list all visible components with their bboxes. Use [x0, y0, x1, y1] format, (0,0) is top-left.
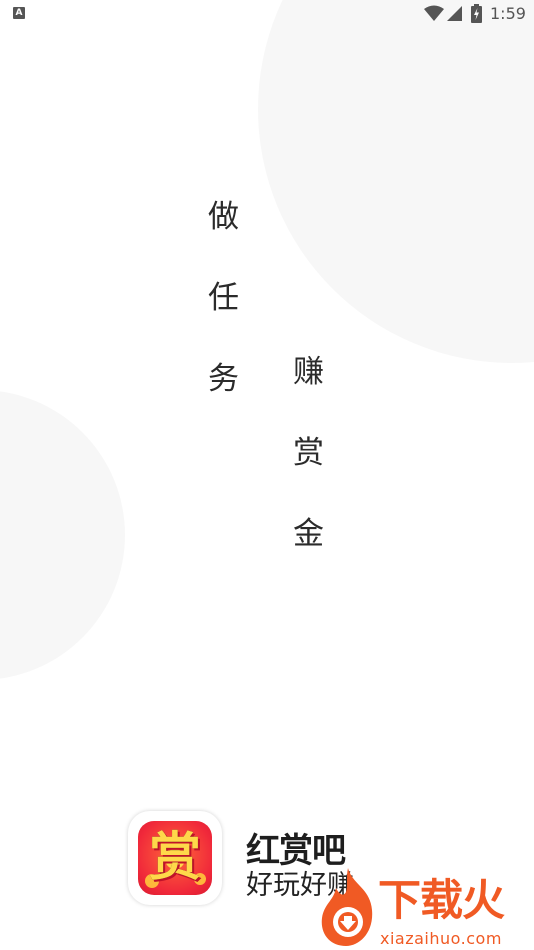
- slogan-char: 赚: [293, 354, 324, 390]
- flame-logo-icon: [321, 868, 373, 946]
- status-clock: 1:59: [490, 4, 526, 23]
- app-logo-icon: 赏: [138, 821, 212, 895]
- slogan-char: 赏: [293, 435, 324, 471]
- slogan-char: 务: [208, 361, 239, 397]
- decorative-circle-top-right: [258, 0, 534, 363]
- notification-badge-icon: A: [13, 7, 25, 19]
- app-logo: 赏: [128, 811, 222, 905]
- decorative-circle-left: [0, 390, 125, 680]
- battery-charging-icon: [471, 4, 482, 23]
- splash-screen: A 1:59 做 任 务 赚 赏 金 赏 红赏吧 好玩好赚 下载火 xiazai…: [0, 0, 534, 950]
- slogan-column-left: 做 任 务: [208, 202, 239, 445]
- watermark-url: xiazaihuo.com: [380, 929, 502, 948]
- watermark-title: 下载火: [378, 876, 505, 926]
- watermark: 下载火 xiazaihuo.com: [318, 858, 528, 948]
- app-logo-char: 赏: [148, 828, 201, 888]
- slogan-char: 任: [208, 280, 239, 316]
- cell-signal-icon: [447, 6, 462, 21]
- status-bar: A 1:59: [0, 0, 534, 28]
- slogan-column-right: 赚 赏 金: [293, 357, 324, 600]
- wifi-icon: [424, 5, 444, 21]
- slogan-char: 金: [293, 516, 324, 552]
- slogan-char: 做: [208, 199, 239, 235]
